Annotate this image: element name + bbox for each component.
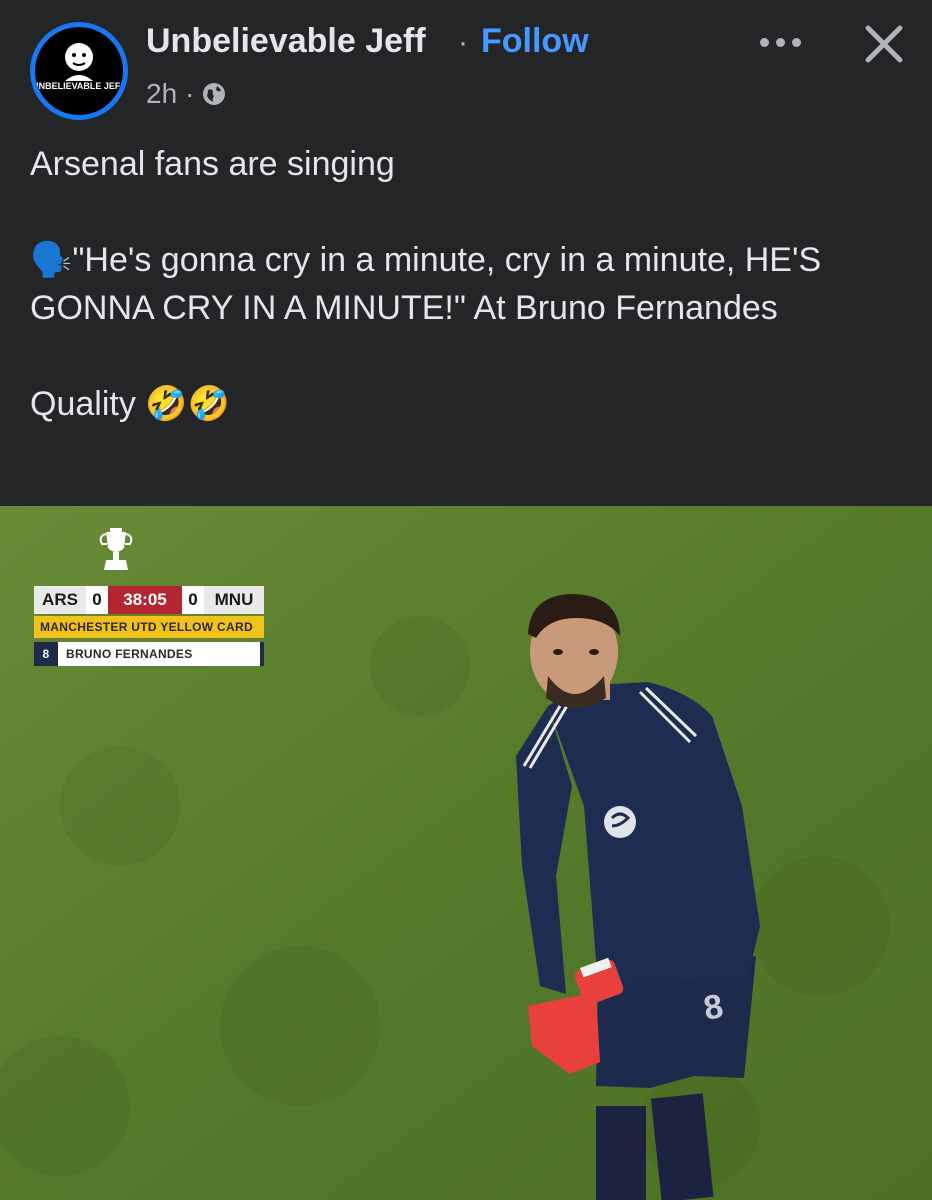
avatar-wordmark: UNBELIEVABLE JEFF <box>35 81 123 91</box>
home-score: 0 <box>86 586 108 614</box>
away-score: 0 <box>182 586 204 614</box>
close-icon[interactable] <box>860 20 908 68</box>
fa-cup-trophy-icon <box>99 528 133 570</box>
post-text-line-2: 🗣️"He's gonna cry in a minute, cry in a … <box>30 241 822 327</box>
player-banner: 8 BRUNO FERNANDES <box>34 642 264 666</box>
meta-separator: · <box>185 78 195 109</box>
player-name: BRUNO FERNANDES <box>66 647 193 661</box>
avatar-image: UNBELIEVABLE JEFF <box>35 27 123 115</box>
post-body: Arsenal fans are singing 🗣️"He's gonna c… <box>30 140 910 428</box>
post-meta: 2h · <box>146 78 226 110</box>
post-text-line-1: Arsenal fans are singing <box>30 145 395 183</box>
more-options-icon[interactable] <box>750 22 810 62</box>
event-banner: MANCHESTER UTD YELLOW CARD <box>34 616 264 638</box>
post-header: UNBELIEVABLE JEFF Unbelievable Jeff · Fo… <box>0 0 932 130</box>
name-follow-separator: · <box>458 26 468 59</box>
player-number: 8 <box>34 642 58 666</box>
away-team: MNU <box>204 586 264 614</box>
follow-button[interactable]: Follow <box>481 22 589 61</box>
globe-icon <box>203 83 226 105</box>
post-text-line-3: Quality 🤣🤣 <box>30 385 230 423</box>
author-avatar[interactable]: UNBELIEVABLE JEFF <box>30 22 128 120</box>
home-team: ARS <box>34 586 86 614</box>
post-photo[interactable]: 8 ARS 0 38:05 0 MNU MANCHESTER UTD YELLO… <box>0 506 932 1200</box>
post-time[interactable]: 2h <box>146 78 177 110</box>
score-row: ARS 0 38:05 0 MNU <box>34 586 264 614</box>
author-name[interactable]: Unbelievable Jeff <box>146 22 426 61</box>
match-clock: 38:05 <box>108 586 182 614</box>
